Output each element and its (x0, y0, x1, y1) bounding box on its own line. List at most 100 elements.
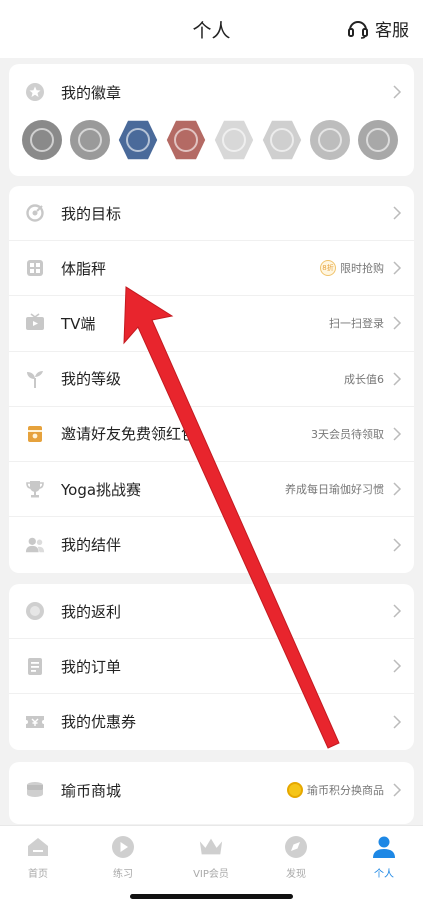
main_list-row-2[interactable]: TV端 扫一扫登录 (9, 296, 414, 352)
crown-icon (198, 834, 224, 860)
badge-3[interactable] (118, 120, 158, 160)
user-icon (371, 834, 397, 860)
row-label: 我的优惠券 (61, 713, 137, 732)
tab-compass[interactable]: 发现 (266, 834, 326, 880)
badge-emblem-icon (222, 128, 246, 152)
rebate-icon (25, 601, 45, 621)
badge-emblem-icon (78, 128, 102, 152)
mall-hint: 瑜币积分换商品 (287, 782, 384, 798)
trophy-icon (25, 479, 45, 499)
play-icon (110, 834, 136, 860)
main-menu-card: 我的目标体脂秤 8折 限时抢购 TV端 扫一扫登录我的等级 成长值6 邀请好友免费领红包 3天… (9, 186, 414, 573)
customer-service-label: 客服 (375, 21, 409, 41)
badge-star-icon (25, 82, 45, 102)
rebate_list-row-0[interactable]: 我的返利 (9, 584, 414, 640)
tv-icon (25, 313, 45, 333)
tab-user[interactable]: 个人 (354, 834, 414, 880)
row-hint: 8折 限时抢购 (320, 260, 384, 277)
row-label: Yoga挑战赛 (61, 480, 142, 499)
order-icon (25, 656, 45, 676)
badge-strip (22, 120, 398, 160)
chevron-right-icon (393, 482, 402, 496)
chevron-right-icon (393, 783, 402, 797)
badge-emblem-icon (174, 128, 198, 152)
row-hint: 成长值6 (344, 371, 384, 387)
row-label: 我的目标 (61, 204, 122, 223)
row-label: 我的等级 (61, 370, 122, 389)
rebate-menu-card: 我的返利我的订单我的优惠券 (9, 584, 414, 750)
chevron-right-icon (393, 604, 402, 618)
tab-label: 首页 (28, 869, 48, 880)
mall-hint-text: 瑜币积分换商品 (307, 784, 384, 797)
mall-row[interactable]: 瑜币商城 瑜币积分换商品 (9, 762, 414, 818)
badge-8[interactable] (358, 120, 398, 160)
rebate_list-row-2[interactable]: 我的优惠券 (9, 694, 414, 749)
scale-icon (25, 258, 45, 278)
mall-label: 瑜币商城 (61, 781, 122, 800)
row-hint-text: 3天会员待领取 (311, 427, 384, 441)
discount-badge-icon: 8折 (320, 260, 336, 277)
compass-icon (283, 834, 309, 860)
mall-card: 瑜币商城 瑜币积分换商品 (9, 762, 414, 824)
main_list-row-0[interactable]: 我的目标 (9, 186, 414, 242)
badge-2[interactable] (70, 120, 110, 160)
row-label: 我的结伴 (61, 536, 122, 555)
badges-row[interactable]: 我的徽章 (9, 64, 414, 120)
badges-card: 我的徽章 (9, 64, 414, 176)
main_list-row-4[interactable]: 邀请好友免费领红包 3天会员待领取 (9, 407, 414, 462)
badge-4[interactable] (166, 120, 206, 160)
tab-label: 练习 (113, 869, 133, 880)
coins-icon (25, 780, 45, 800)
badge-7[interactable] (310, 120, 350, 160)
chevron-right-icon (393, 538, 402, 552)
tab-crown[interactable]: VIP会员 (181, 834, 241, 880)
row-hint: 养成每日瑜伽好习惯 (285, 481, 384, 497)
row-hint-text: 限时抢购 (340, 262, 384, 276)
row-label: 我的返利 (61, 602, 122, 621)
chevron-right-icon (393, 206, 402, 220)
badge-emblem-icon (126, 128, 150, 152)
main_list-row-6[interactable]: 我的结伴 (9, 517, 414, 572)
home-indicator[interactable] (130, 894, 293, 899)
badges-label: 我的徽章 (61, 83, 122, 102)
top-bar: 个人 客服 (0, 0, 423, 58)
chevron-right-icon (393, 427, 402, 441)
headset-icon (348, 20, 368, 39)
chevron-right-icon (393, 659, 402, 673)
tab-home[interactable]: 首页 (8, 834, 68, 880)
tab-play[interactable]: 练习 (93, 834, 153, 880)
badge-1[interactable] (22, 120, 62, 160)
row-label: 体脂秤 (61, 259, 107, 278)
row-hint-text: 成长值6 (344, 372, 384, 386)
badge-emblem-icon (366, 128, 390, 152)
rebate_list-row-1[interactable]: 我的订单 (9, 639, 414, 695)
badge-5[interactable] (214, 120, 254, 160)
tab-label: 个人 (374, 869, 394, 880)
customer-service-button[interactable]: 客服 (347, 16, 409, 41)
row-label: TV端 (61, 314, 96, 333)
partners-icon (25, 535, 45, 555)
badge-6[interactable] (262, 120, 302, 160)
gift-icon (25, 424, 45, 444)
row-hint: 3天会员待领取 (311, 426, 384, 442)
chevron-right-icon (393, 261, 402, 275)
row-hint-text: 扫一扫登录 (329, 317, 384, 331)
tab-label: 发现 (286, 869, 306, 880)
main_list-row-3[interactable]: 我的等级 成长值6 (9, 352, 414, 407)
coin-icon (287, 782, 303, 798)
chevron-right-icon (393, 85, 402, 99)
main_list-row-5[interactable]: Yoga挑战赛 养成每日瑜伽好习惯 (9, 462, 414, 518)
badge-emblem-icon (30, 128, 54, 152)
row-label: 我的订单 (61, 657, 122, 676)
tab-label: VIP会员 (193, 869, 229, 880)
chevron-right-icon (393, 372, 402, 386)
row-label: 邀请好友免费领红包 (61, 425, 197, 444)
row-hint-text: 养成每日瑜伽好习惯 (285, 483, 384, 497)
main_list-row-1[interactable]: 体脂秤 8折 限时抢购 (9, 241, 414, 297)
sprout-icon (25, 369, 45, 389)
badge-emblem-icon (318, 128, 342, 152)
bottom-tab-bar: 首页 练习 VIP会员 发现 个人 (0, 825, 423, 907)
home-icon (25, 834, 51, 860)
row-hint: 扫一扫登录 (329, 315, 384, 331)
badge-emblem-icon (270, 128, 294, 152)
